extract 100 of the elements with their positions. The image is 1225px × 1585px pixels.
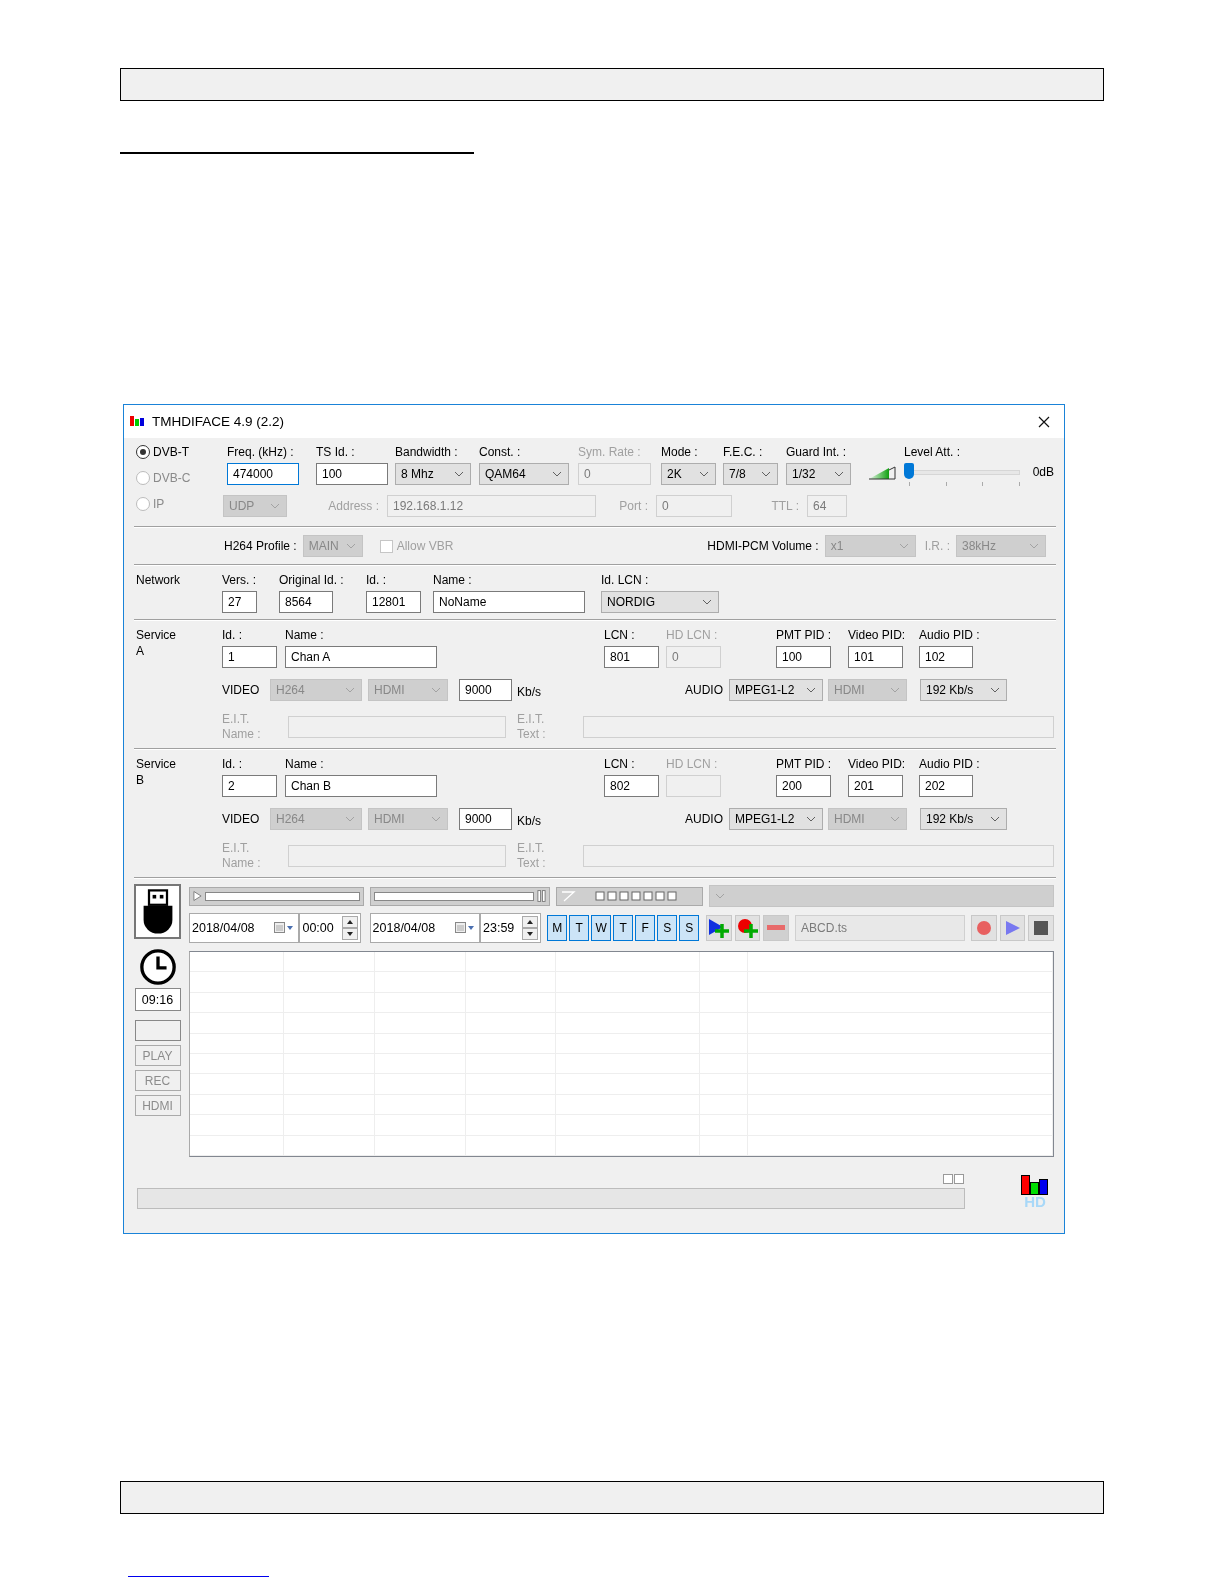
text-field[interactable]: 1 (222, 646, 277, 668)
unit-label: Kb/s (517, 684, 541, 700)
dropdown[interactable]: 192 Kb/s (920, 679, 1007, 701)
field-label: PMT PID : (776, 756, 833, 772)
text-field[interactable]: 201 (848, 775, 903, 797)
close-icon[interactable] (1038, 415, 1050, 428)
time-spinner[interactable]: 00:00 (299, 913, 361, 943)
chevron-icon (715, 893, 725, 899)
field-label: E.I.T. Name : (222, 841, 262, 871)
text-field[interactable]: 474000 (227, 463, 299, 485)
day-toggle[interactable]: T (613, 915, 634, 941)
seek-bar[interactable] (189, 886, 364, 906)
date-picker[interactable]: 2018/04/08 (189, 913, 300, 943)
usb-button[interactable] (134, 884, 181, 939)
chevron-icon (1029, 543, 1039, 549)
day-toggle[interactable]: M (547, 915, 568, 941)
spin-arrows-icon[interactable] (341, 916, 358, 940)
level-slider[interactable] (904, 463, 1022, 487)
spin-arrows-icon[interactable] (522, 916, 539, 940)
section-label: Service B (136, 756, 177, 788)
time-spinner[interactable]: 23:59 (480, 913, 542, 943)
field-label: Sym. Rate : (578, 444, 642, 460)
chevron-icon (702, 599, 712, 605)
field-label: Audio PID : (919, 756, 980, 772)
text-field[interactable]: Chan A (285, 646, 437, 668)
chevron-icon (345, 816, 355, 822)
remove-button[interactable] (763, 915, 790, 941)
text-field[interactable]: 801 (604, 646, 659, 668)
chevron-icon (990, 816, 1000, 822)
field-label: AUDIO (685, 682, 723, 698)
text-field[interactable]: 8564 (279, 591, 333, 613)
dropdown[interactable]: 8 Mhz (395, 463, 471, 485)
day-toggle[interactable]: S (679, 915, 700, 941)
add-play-button[interactable] (706, 915, 732, 941)
calendar-icon (274, 922, 295, 934)
chevron-icon (898, 543, 909, 549)
field-label: Freq. (kHz) : (227, 444, 295, 460)
chevron-icon (345, 543, 356, 549)
section-label: Service A (136, 627, 177, 659)
text-field[interactable]: Chan B (285, 775, 437, 797)
text-field[interactable]: NoName (433, 591, 585, 613)
text-field[interactable]: 9000 (459, 808, 512, 830)
text-field[interactable]: 202 (919, 775, 973, 797)
field-label: HD LCN : (666, 627, 719, 643)
date-picker[interactable]: 2018/04/08 (369, 913, 481, 943)
text-field[interactable]: 27 (222, 591, 257, 613)
text-field[interactable]: 100 (776, 646, 831, 668)
field-label: I.R. : (924, 539, 950, 553)
field-label: VIDEO (222, 811, 261, 827)
field-label: E.I.T. Text : (517, 712, 547, 742)
dropdown[interactable]: NORDIG (601, 591, 719, 613)
field-label: E.I.T. Name : (222, 712, 262, 742)
dropdown[interactable]: MPEG1-L2 (729, 808, 823, 830)
text-field[interactable]: 200 (776, 775, 831, 797)
day-toggle[interactable]: T (569, 915, 590, 941)
text-field[interactable]: 12801 (366, 591, 421, 613)
play-plus-icon (708, 918, 730, 938)
day-toggle[interactable]: S (657, 915, 678, 941)
stop-icon (1034, 921, 1049, 935)
text-field[interactable]: 101 (848, 646, 903, 668)
dropdown[interactable]: MPEG1-L2 (729, 679, 823, 701)
field-label: LCN : (604, 756, 636, 772)
chevron-icon (431, 687, 441, 693)
chevron-icon (431, 816, 441, 822)
radio-button[interactable]: DVB-T (136, 444, 223, 460)
record-plus-icon (736, 918, 759, 938)
seek-bar[interactable] (370, 886, 550, 906)
chevron-icon (270, 503, 280, 509)
field-label: Video PID: (848, 627, 907, 643)
field-label: TS Id. : (316, 444, 356, 460)
dropdown[interactable]: QAM64 (479, 463, 569, 485)
text-field[interactable]: 100 (316, 463, 388, 485)
field-label: PMT PID : (776, 627, 833, 643)
add-record-button[interactable] (734, 915, 761, 941)
chevron-icon (345, 687, 355, 693)
field-label: Id. LCN : (601, 572, 650, 588)
stop-button[interactable] (1028, 915, 1055, 941)
chevron-icon (699, 471, 709, 477)
bars-logo-icon (1021, 1175, 1049, 1195)
slider-thumb[interactable] (904, 463, 914, 479)
dropdown[interactable]: 2K (661, 463, 716, 485)
dropdown[interactable]: 7/8 (723, 463, 778, 485)
text-field[interactable]: 802 (604, 775, 659, 797)
chevron-icon (806, 687, 816, 693)
dropdown[interactable]: 1/32 (786, 463, 851, 485)
play-button[interactable] (999, 915, 1026, 941)
day-toggle[interactable]: W (591, 915, 612, 941)
field-label: Id. : (222, 627, 243, 643)
clock-icon (138, 948, 177, 986)
logo-text: HD (1024, 1195, 1046, 1209)
text-field[interactable]: 102 (919, 646, 973, 668)
status-button[interactable] (134, 1020, 181, 1041)
dropdown[interactable]: 192 Kb/s (920, 808, 1007, 830)
field-label: Name : (433, 572, 473, 588)
day-toggle[interactable]: F (635, 915, 656, 941)
field-label: Vers. : (222, 572, 257, 588)
text-field[interactable]: 9000 (459, 679, 512, 701)
record-button[interactable] (971, 915, 997, 941)
text-field[interactable]: 2 (222, 775, 277, 797)
field-label: VIDEO (222, 682, 261, 698)
